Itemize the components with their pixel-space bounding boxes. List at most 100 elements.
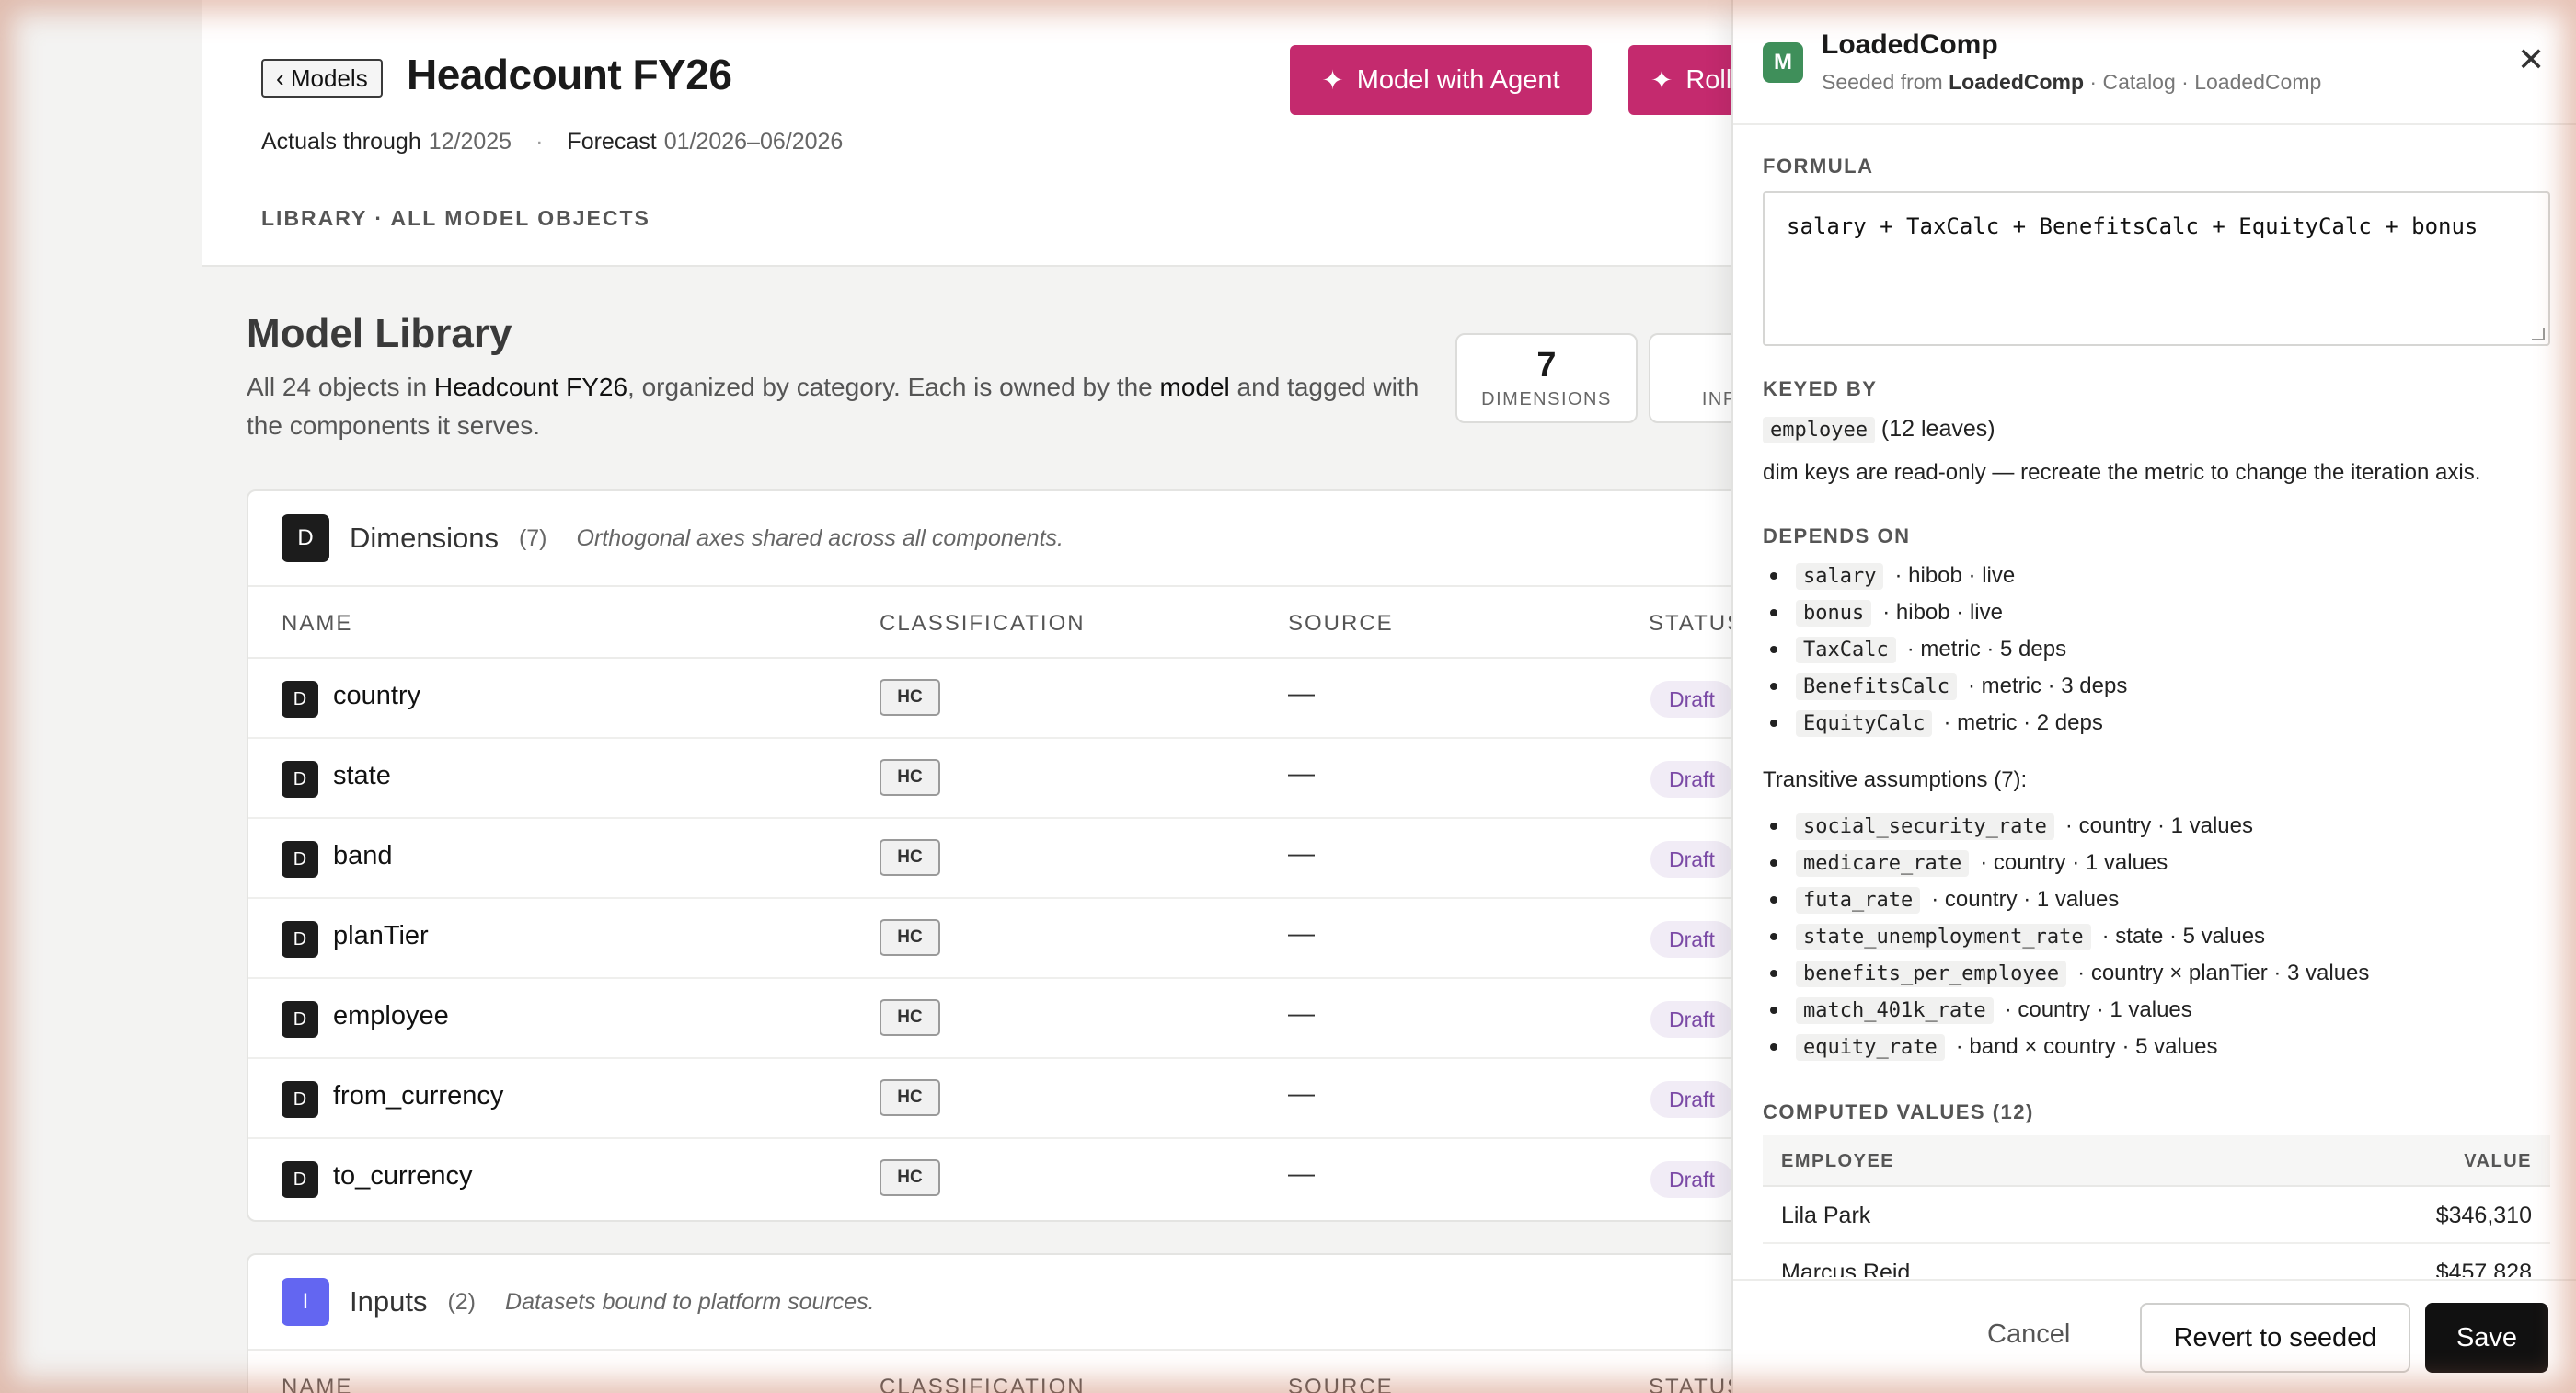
close-icon[interactable]: ✕ [2517,40,2545,79]
forecast-value: 01/2026–06/2026 [663,129,844,155]
sub-prefix: Seeded from [1822,70,1949,94]
dependency-chip[interactable]: medicare_rate [1796,849,1970,877]
breadcrumb[interactable]: LIBRARY · ALL MODEL OBJECTS [261,206,650,231]
dependency-chip[interactable]: salary [1796,562,1884,590]
dependency-meta: · band × country · 5 values [1955,1034,2218,1059]
table-row[interactable]: Dto_currency HC — Draft [248,1139,1809,1219]
resize-handle-icon[interactable] [2532,328,2545,340]
dependency-meta: · country · 1 values [2004,997,2192,1022]
save-button[interactable]: Save [2425,1303,2548,1373]
dimension-row-icon: D [282,761,318,798]
dependency-meta: · country · 1 values [1980,850,2168,875]
dependency-chip[interactable]: state_unemployment_rate [1796,923,2091,950]
table-row[interactable]: Dstate HC — Draft [248,739,1809,819]
dimensions-table-body: Dcountry HC — Draft Dstate HC — Draft Dband HC — Dr… [248,659,1809,1219]
row-name[interactable]: employee [333,1001,449,1031]
col-classification[interactable]: CLASSIFICATION [880,611,1086,637]
table-row[interactable]: Demployee HC — Draft [248,979,1809,1059]
dependency-chip[interactable]: benefits_per_employee [1796,960,2067,987]
revert-to-seeded-button[interactable]: Revert to seeded [2140,1303,2410,1373]
row-source: — [1288,679,1315,708]
row-name[interactable]: from_currency [333,1081,503,1111]
col-source[interactable]: SOURCE [1288,611,1394,637]
keyed-note: dim keys are read-only — recreate the me… [1763,460,2481,485]
row-source: — [1288,1079,1315,1109]
classification-tag: HC [880,839,940,876]
list-item: equity_rate · band × country · 5 values [1763,1029,2369,1065]
status-badge: Draft [1650,921,1733,958]
desc-prefix: All 24 objects in [247,373,434,401]
table-row[interactable]: Dband HC — Draft [248,819,1809,899]
dependency-meta: · hibob · live [1882,600,2003,625]
table-row[interactable]: DplanTier HC — Draft [248,899,1809,979]
dimension-badge-icon: D [282,514,329,562]
dependency-chip[interactable]: BenefitsCalc [1796,673,1957,700]
table-row[interactable]: Dcountry HC — Draft [248,659,1809,739]
dependency-chip[interactable]: equity_rate [1796,1033,1945,1061]
cancel-button[interactable]: Cancel [1987,1319,2070,1350]
computed-value: $346,310 [2435,1203,2532,1228]
table-row[interactable]: Dfrom_currency HC — Draft [248,1059,1809,1139]
section-name: Dimensions [350,522,499,554]
dependency-meta: · country · 1 values [2064,813,2253,838]
sub-suffix: · Catalog · LoadedComp [2084,70,2322,94]
dependency-meta: · state · 5 values [2101,924,2266,949]
dimension-row-icon: D [282,1081,318,1118]
depends-on-list: salary · hibob · live bonus · hibob · live T… [1763,558,2127,742]
model-with-agent-button[interactable]: ✦ Model with Agent [1290,45,1592,115]
inputs-section-header: I Inputs (2) Datasets bound to platform … [248,1255,1809,1351]
dependency-chip[interactable]: match_401k_rate [1796,996,1994,1024]
dependency-chip[interactable]: EquityCalc [1796,709,1933,737]
back-to-models-button[interactable]: ‹ Models [261,59,383,98]
desc-model: Headcount FY26 [433,373,628,401]
row-name[interactable]: country [333,681,420,711]
row-source: — [1288,919,1315,949]
section-note: Orthogonal axes shared across all compon… [576,524,1064,551]
stat-label: DIMENSIONS [1481,389,1612,409]
metric-avatar: M [1763,42,1803,83]
dependency-chip[interactable]: social_security_rate [1796,812,2054,840]
status-badge: Draft [1650,681,1733,718]
dependency-chip[interactable]: TaxCalc [1796,636,1896,663]
stat-card-dimensions[interactable]: 7 DIMENSIONS [1455,333,1638,423]
classification-tag: HC [880,999,940,1036]
list-item: social_security_rate · country · 1 values [1763,808,2369,845]
sparkle-icon: ✦ [1650,65,1673,96]
row-name[interactable]: state [333,761,391,791]
list-item: bonus · hibob · live [1763,594,2127,631]
status-badge: Draft [1650,841,1733,878]
row-name[interactable]: band [333,841,393,871]
classification-tag: HC [880,1079,940,1116]
list-item: salary · hibob · live [1763,558,2127,594]
row-name[interactable]: planTier [333,921,429,951]
page-header: ‹ Models Headcount FY26 Actuals through … [202,0,1812,267]
dependency-meta: · country × planTier · 3 values [2077,961,2370,985]
col-classification[interactable]: CLASSIFICATION [880,1375,1086,1393]
list-item: TaxCalc · metric · 5 deps [1763,631,2127,668]
dependency-chip[interactable]: futa_rate [1796,886,1921,914]
list-item: medicare_rate · country · 1 values [1763,845,2369,881]
col-name[interactable]: NAME [282,611,352,637]
row-name[interactable]: to_currency [333,1161,473,1192]
main-page: ‹ Models Headcount FY26 Actuals through … [202,0,1831,1393]
forecast-label: Forecast [567,129,657,155]
drawer-subtitle: Seeded from LoadedComp · Catalog · Loade… [1822,70,2321,95]
classification-tag: HC [880,679,940,716]
model-with-agent-label: Model with Agent [1356,64,1560,95]
col-status[interactable]: STATUS [1649,611,1743,637]
computed-values-table[interactable]: EMPLOYEE VALUE Lila Park $346,310 Marcus R… [1763,1135,2550,1277]
sparkle-icon: ✦ [1321,65,1344,96]
col-source[interactable]: SOURCE [1288,1375,1394,1393]
formula-textarea[interactable]: salary + TaxCalc + BenefitsCalc + Equity… [1763,191,2550,346]
col-name[interactable]: NAME [282,1375,352,1393]
row-source: — [1288,839,1315,869]
dependency-chip[interactable]: bonus [1796,599,1872,627]
dimension-row-icon: D [282,841,318,878]
dependency-meta: · metric · 3 deps [1967,673,2128,698]
dependency-meta: · metric · 5 deps [1906,637,2067,662]
page-title: Headcount FY26 [407,51,732,98]
employee-name: Marcus Reid [1781,1260,1911,1277]
col-status[interactable]: STATUS [1649,1375,1743,1393]
dimension-row-icon: D [282,1161,318,1198]
table-row: Marcus Reid $457,828 [1763,1244,2550,1277]
